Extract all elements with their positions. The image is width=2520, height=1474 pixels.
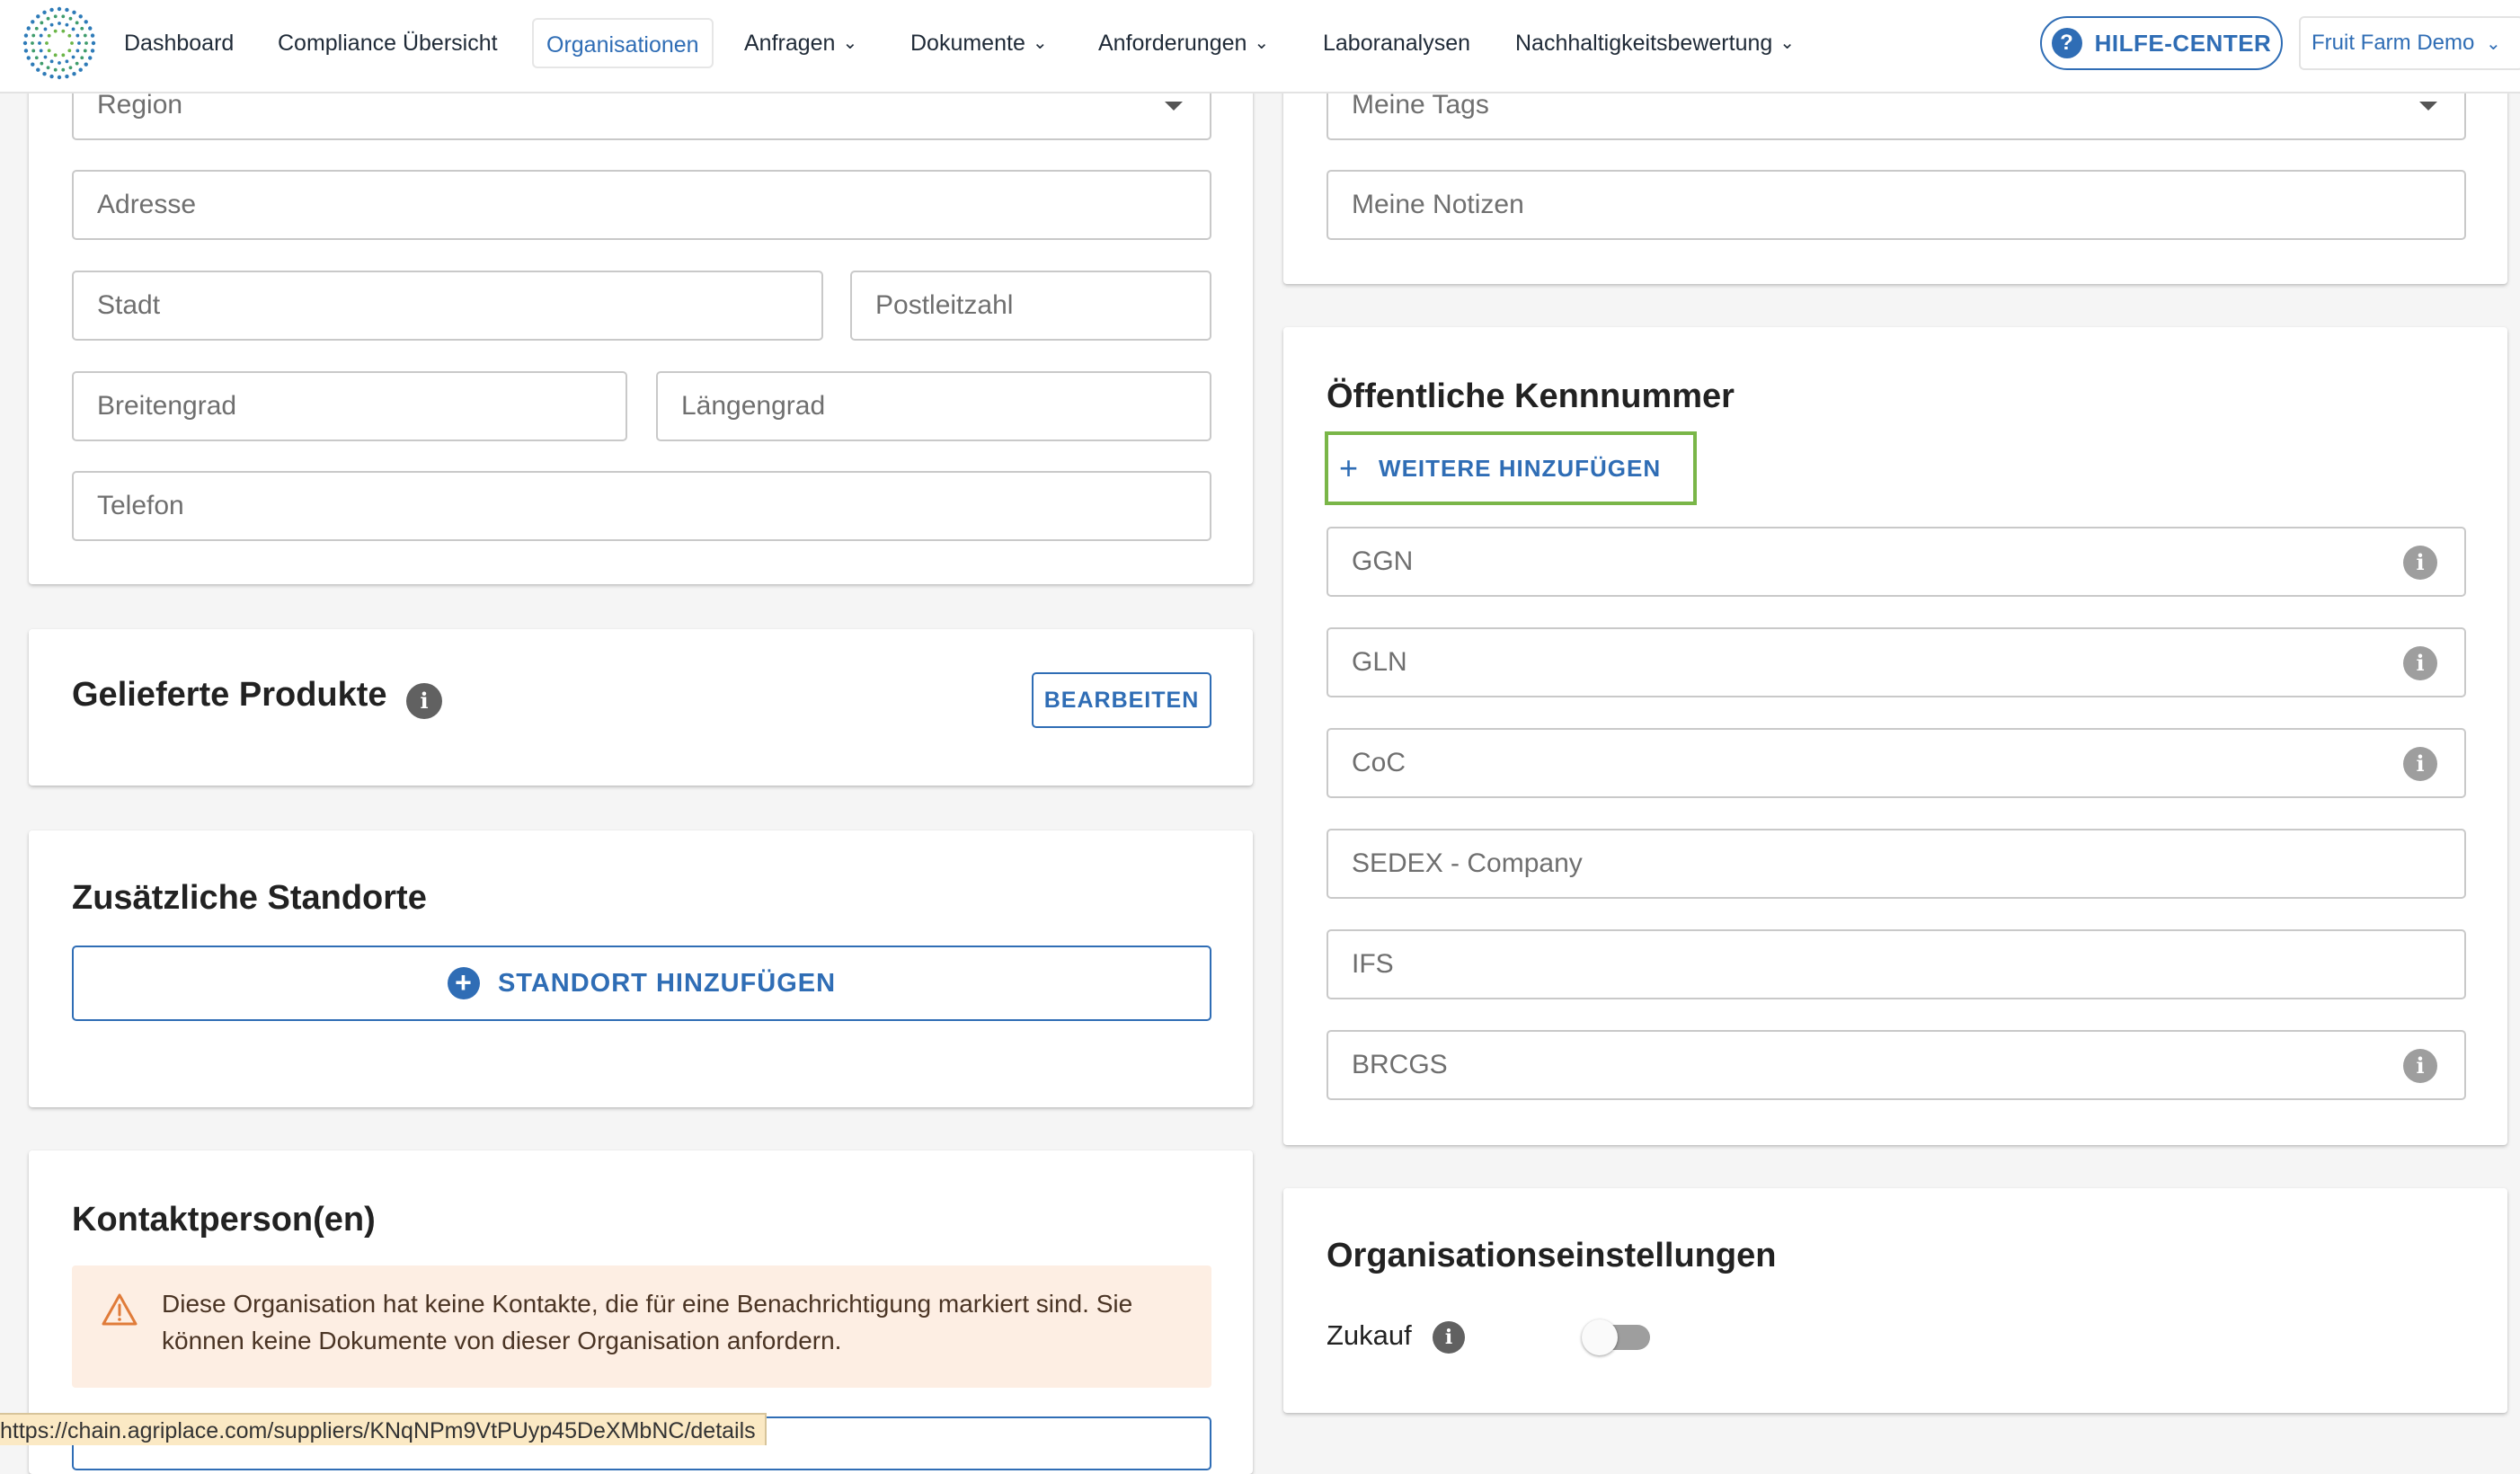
address-placeholder: Adresse xyxy=(97,190,197,219)
question-icon: ? xyxy=(2051,28,2082,58)
nav-lab-analyses[interactable]: Laboranalysen xyxy=(1310,18,1483,68)
address-input[interactable]: Adresse xyxy=(72,170,1211,240)
additional-locations-card: Zusätzliche Standorte + STANDORT HINZUFÜ… xyxy=(29,830,1253,1107)
latitude-placeholder: Breitengrad xyxy=(97,391,237,421)
contact-persons-title: Kontaktperson(en) xyxy=(72,1201,376,1239)
nav-requirements-label: Anforderungen xyxy=(1098,31,1247,56)
organisation-selector-label: Fruit Farm Demo xyxy=(2311,31,2475,55)
sedex-label: SEDEX - Company xyxy=(1352,848,1583,878)
zukauf-toggle-knob[interactable] xyxy=(1582,1319,1618,1355)
ifs-input[interactable]: IFS xyxy=(1327,929,2466,999)
add-more-identifiers-button[interactable]: + WEITERE HINZUFÜGEN xyxy=(1325,431,1697,505)
nav-sustainability-label: Nachhaltigkeitsbewertung xyxy=(1515,31,1773,56)
nav-sustainability[interactable]: Nachhaltigkeitsbewertung ⌄ xyxy=(1503,18,1807,68)
agriplace-logo[interactable] xyxy=(22,5,97,81)
add-location-label: STANDORT HINZUFÜGEN xyxy=(497,968,837,998)
warning-icon xyxy=(102,1293,138,1326)
status-bar-url: https://chain.agriplace.com/suppliers/KN… xyxy=(0,1413,767,1445)
nav-compliance-label: Compliance Übersicht xyxy=(278,31,498,56)
city-placeholder: Stadt xyxy=(97,290,161,320)
phone-input[interactable]: Telefon xyxy=(72,471,1211,541)
coc-input[interactable]: CoC i xyxy=(1327,728,2466,798)
chevron-down-icon: ⌄ xyxy=(1032,33,1048,53)
nav-lab-analyses-label: Laboranalysen xyxy=(1323,31,1471,56)
nav-organisations-label: Organisationen xyxy=(546,32,699,58)
plus-icon: + xyxy=(1339,449,1360,486)
info-icon[interactable]: i xyxy=(1433,1321,1465,1354)
notes-placeholder: Meine Notizen xyxy=(1352,190,1524,219)
organisation-selector[interactable]: Fruit Farm Demo ⌄ xyxy=(2299,16,2520,70)
info-icon[interactable]: i xyxy=(406,683,442,719)
plus-circle-icon: + xyxy=(447,967,480,999)
phone-placeholder: Telefon xyxy=(97,491,184,520)
zip-input[interactable]: Postleitzahl xyxy=(850,271,1211,341)
ifs-label: IFS xyxy=(1352,949,1394,979)
ggn-label: GGN xyxy=(1352,546,1414,576)
ggn-input[interactable]: GGN i xyxy=(1327,527,2466,597)
organisation-settings-title: Organisationseinstellungen xyxy=(1327,1237,1777,1274)
coc-label: CoC xyxy=(1352,748,1406,777)
organisation-settings-card: Organisationseinstellungen Zukauf i xyxy=(1283,1188,2507,1413)
city-input[interactable]: Stadt xyxy=(72,271,823,341)
info-icon[interactable]: i xyxy=(2403,646,2437,680)
chevron-down-icon: ⌄ xyxy=(842,33,858,53)
chevron-down-icon: ⌄ xyxy=(1254,33,1270,53)
address-card: Region Adresse Stadt Postleitzahl Breite… xyxy=(29,36,1253,584)
edit-products-button[interactable]: BEARBEITEN xyxy=(1032,672,1211,728)
gln-label: GLN xyxy=(1352,647,1407,677)
info-icon[interactable]: i xyxy=(2403,546,2437,580)
no-contacts-warning: Diese Organisation hat keine Kontakte, d… xyxy=(72,1265,1211,1388)
gln-input[interactable]: GLN i xyxy=(1327,627,2466,697)
delivered-products-title: Gelieferte Produkte xyxy=(72,676,387,714)
dropdown-caret-icon xyxy=(1165,102,1183,111)
sedex-input[interactable]: SEDEX - Company xyxy=(1327,829,2466,899)
delivered-products-card: Gelieferte Produkte i BEARBEITEN xyxy=(29,629,1253,786)
help-center-label: HILFE-CENTER xyxy=(2094,29,2272,57)
info-icon[interactable]: i xyxy=(2403,747,2437,781)
zukauf-label: Zukauf xyxy=(1327,1319,1412,1351)
nav-organisations[interactable]: Organisationen xyxy=(532,18,714,68)
nav-documents-label: Dokumente xyxy=(910,31,1025,56)
public-identifiers-title: Öffentliche Kennnummer xyxy=(1327,377,1735,415)
additional-locations-title: Zusätzliche Standorte xyxy=(72,879,427,917)
help-center-button[interactable]: ? HILFE-CENTER xyxy=(2040,16,2283,70)
edit-products-label: BEARBEITEN xyxy=(1043,687,1200,713)
nav-dashboard[interactable]: Dashboard xyxy=(111,18,246,68)
brcgs-label: BRCGS xyxy=(1352,1050,1448,1079)
longitude-input[interactable]: Längengrad xyxy=(656,371,1211,441)
info-icon[interactable]: i xyxy=(2403,1049,2437,1083)
nav-dashboard-label: Dashboard xyxy=(124,31,235,56)
warning-message: Diese Organisation hat keine Kontakte, d… xyxy=(162,1290,1133,1354)
longitude-placeholder: Längengrad xyxy=(681,391,826,421)
dropdown-caret-icon xyxy=(2419,102,2437,111)
zip-placeholder: Postleitzahl xyxy=(875,290,1014,320)
top-navigation: Dashboard Compliance Übersicht Organisat… xyxy=(0,0,2520,93)
chevron-down-icon: ⌄ xyxy=(2486,34,2501,54)
latitude-input[interactable]: Breitengrad xyxy=(72,371,627,441)
add-location-button[interactable]: + STANDORT HINZUFÜGEN xyxy=(72,946,1211,1021)
chevron-down-icon: ⌄ xyxy=(1779,33,1796,53)
nav-documents[interactable]: Dokumente ⌄ xyxy=(898,18,1060,68)
brcgs-input[interactable]: BRCGS i xyxy=(1327,1030,2466,1100)
notes-input[interactable]: Meine Notizen xyxy=(1327,170,2466,240)
nav-requests[interactable]: Anfragen ⌄ xyxy=(732,18,870,68)
nav-compliance-overview[interactable]: Compliance Übersicht xyxy=(265,18,510,68)
add-more-label: WEITERE HINZUFÜGEN xyxy=(1379,454,1662,482)
nav-requests-label: Anfragen xyxy=(744,31,836,56)
nav-requirements[interactable]: Anforderungen ⌄ xyxy=(1086,18,1282,68)
